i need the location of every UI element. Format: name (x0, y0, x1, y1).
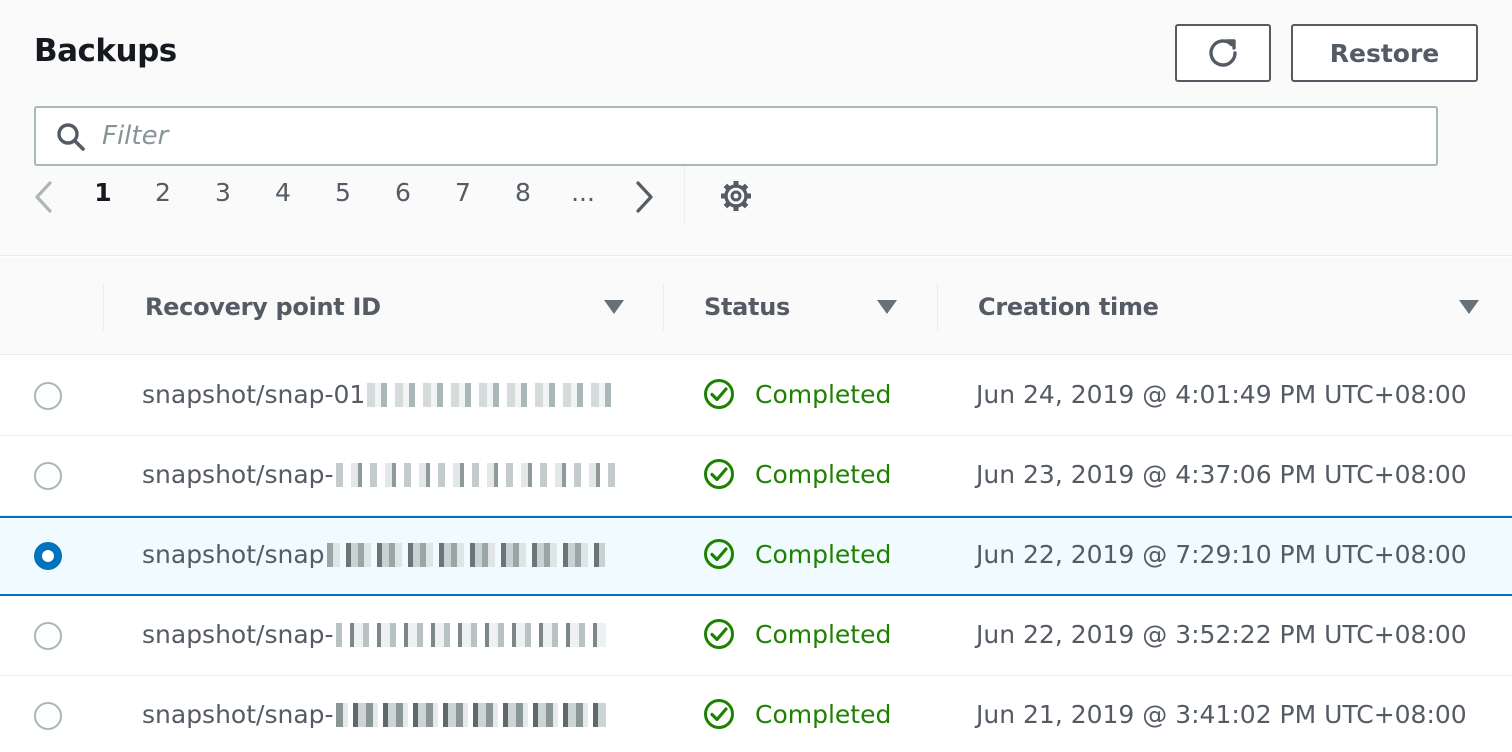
page-title: Backups (34, 33, 177, 69)
table-row[interactable]: snapshot/snap- Completed Jun 23, 2019 @ … (0, 436, 1512, 516)
redacted-mask (367, 382, 618, 407)
page-2[interactable]: 2 (143, 178, 183, 207)
recovery-point-id-text: snapshot/snap (142, 540, 325, 569)
chevron-left-icon[interactable] (32, 180, 56, 214)
status-label: Completed (755, 379, 892, 409)
row-radio[interactable] (34, 382, 62, 410)
table-row[interactable]: snapshot/snap- Completed Jun 22, 2019 @ … (0, 596, 1512, 676)
creation-time: Jun 21, 2019 @ 3:41:02 PM UTC+08:00 (976, 700, 1467, 729)
table-header-panel: Backups Restore 1 2 3 4 5 6 7 8 ... (0, 0, 1512, 256)
filter-box[interactable] (34, 106, 1438, 166)
page-6[interactable]: 6 (383, 178, 423, 207)
caret-down-icon[interactable] (876, 299, 898, 315)
status-label: Completed (755, 459, 892, 489)
redacted-mask (335, 462, 621, 487)
refresh-button[interactable] (1175, 24, 1271, 82)
column-divider (103, 283, 104, 331)
creation-time: Jun 22, 2019 @ 7:29:10 PM UTC+08:00 (976, 540, 1467, 569)
check-circle-icon (704, 699, 734, 729)
page-4[interactable]: 4 (263, 178, 303, 207)
refresh-icon (1209, 39, 1237, 67)
creation-time: Jun 24, 2019 @ 4:01:49 PM UTC+08:00 (976, 380, 1467, 409)
recovery-point-id: snapshot/snap (142, 540, 605, 569)
page-ellipsis: ... (571, 178, 595, 207)
status-cell: Completed (703, 698, 891, 730)
recovery-point-id: snapshot/snap- (142, 700, 606, 729)
recovery-point-id: snapshot/snap- (142, 460, 621, 489)
recovery-point-id-text: snapshot/snap-01 (142, 380, 366, 409)
check-circle-icon (704, 539, 734, 569)
redacted-mask (326, 542, 605, 567)
column-recovery-point-id[interactable]: Recovery point ID (145, 293, 381, 321)
recovery-point-id: snapshot/snap-01 (142, 380, 618, 409)
chevron-right-icon[interactable] (632, 180, 656, 214)
creation-time: Jun 22, 2019 @ 3:52:22 PM UTC+08:00 (976, 620, 1467, 649)
pagination: 1 2 3 4 5 6 7 8 ... (0, 166, 700, 224)
status-cell: Completed (703, 538, 891, 570)
gear-icon[interactable] (718, 178, 754, 214)
status-cell: Completed (703, 618, 891, 650)
recovery-point-id-text: snapshot/snap- (142, 620, 334, 649)
row-radio[interactable] (34, 622, 62, 650)
filter-input[interactable] (102, 116, 1422, 156)
restore-button[interactable]: Restore (1291, 24, 1478, 82)
page-8[interactable]: 8 (503, 178, 543, 207)
page-5[interactable]: 5 (323, 178, 363, 207)
column-divider (663, 283, 664, 331)
redacted-mask (335, 622, 606, 647)
check-circle-icon (704, 459, 734, 489)
status-label: Completed (755, 699, 892, 729)
status-label: Completed (755, 619, 892, 649)
recovery-point-id: snapshot/snap- (142, 620, 606, 649)
page-3[interactable]: 3 (203, 178, 243, 207)
check-circle-icon (704, 619, 734, 649)
row-radio[interactable] (34, 702, 62, 730)
status-cell: Completed (703, 458, 891, 490)
table-row[interactable]: snapshot/snap- Completed Jun 21, 2019 @ … (0, 676, 1512, 752)
table-row[interactable]: snapshot/snap-01 Completed Jun 24, 2019 … (0, 356, 1512, 436)
status-label: Completed (755, 539, 892, 569)
caret-down-icon[interactable] (1458, 299, 1480, 315)
recovery-point-id-text: snapshot/snap- (142, 460, 334, 489)
row-radio-checked[interactable] (34, 542, 62, 570)
recovery-point-id-text: snapshot/snap- (142, 700, 334, 729)
column-status[interactable]: Status (704, 293, 790, 321)
table-row-selected[interactable]: snapshot/snap Completed Jun 22, 2019 @ 7… (0, 516, 1512, 596)
status-cell: Completed (703, 378, 891, 410)
column-creation-time[interactable]: Creation time (978, 293, 1159, 321)
pager-divider (684, 166, 685, 224)
search-icon (57, 123, 85, 151)
row-radio[interactable] (34, 462, 62, 490)
column-header-row: Recovery point ID Status Creation time (0, 257, 1512, 355)
redacted-mask (335, 702, 606, 727)
check-circle-icon (704, 379, 734, 409)
page-7[interactable]: 7 (443, 178, 483, 207)
creation-time: Jun 23, 2019 @ 4:37:06 PM UTC+08:00 (976, 460, 1467, 489)
caret-down-icon[interactable] (603, 299, 625, 315)
column-divider (937, 283, 938, 331)
page-1[interactable]: 1 (83, 178, 123, 207)
